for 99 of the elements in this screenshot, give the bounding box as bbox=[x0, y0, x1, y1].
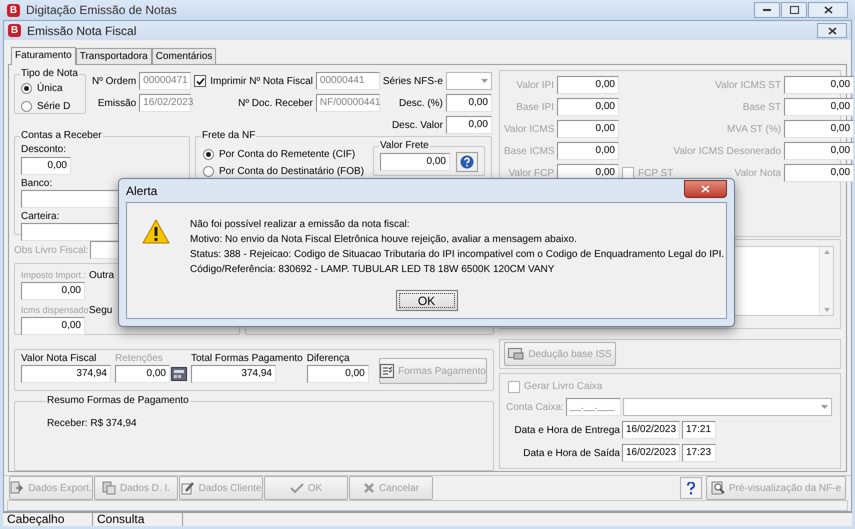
status-bar-cell: Cabeçalho bbox=[3, 513, 93, 526]
field-label: Valor Nota Fiscal bbox=[21, 352, 96, 365]
window-title: Emissão Nota Fiscal bbox=[27, 22, 136, 40]
app-logo: B bbox=[7, 4, 20, 16]
tab[interactable]: Comentários bbox=[152, 48, 216, 64]
app-logo: B bbox=[8, 24, 21, 37]
group-title: Resumo Formas de Pagamento bbox=[46, 395, 190, 407]
field-label: Desc. (%) bbox=[399, 96, 443, 110]
magnifier-icon bbox=[710, 481, 725, 495]
tab[interactable]: Faturamento bbox=[11, 47, 76, 65]
time-field[interactable]: 17:21 bbox=[682, 421, 716, 439]
radio-button[interactable]: Por Conta do Destinatário (FOB) bbox=[203, 165, 364, 178]
calculator-icon bbox=[171, 367, 187, 381]
field-label: Séries NFS-e bbox=[382, 74, 443, 88]
field-label: Valor IPI bbox=[515, 78, 554, 92]
close-button[interactable] bbox=[684, 180, 727, 198]
checklist-icon bbox=[380, 364, 394, 378]
close-button[interactable] bbox=[817, 23, 847, 38]
field-label: Imposto Import.: bbox=[21, 269, 86, 282]
checkmark-icon bbox=[290, 482, 304, 494]
total-field[interactable]: 374,94 bbox=[21, 365, 111, 383]
field-label: Desc. Valor bbox=[392, 118, 443, 132]
total-field[interactable]: 374,94 bbox=[191, 365, 276, 383]
field-label: Valor ICMS Desonerado bbox=[673, 144, 782, 158]
field-label: Nº Ordem bbox=[92, 74, 136, 88]
export-icon bbox=[10, 481, 24, 495]
group-title: Valor Frete bbox=[379, 140, 430, 152]
field-label: Conta Caixa: bbox=[506, 400, 564, 414]
field-label: Diferença bbox=[306, 352, 350, 365]
restore-button[interactable] bbox=[781, 2, 807, 18]
field-label: Banco: bbox=[21, 177, 52, 190]
minimize-button[interactable] bbox=[754, 2, 780, 18]
close-icon bbox=[701, 184, 710, 192]
field-label: Valor ICMS bbox=[504, 122, 554, 136]
field-label: Desconto: bbox=[21, 143, 66, 156]
field-label: Total Formas Pagamento bbox=[191, 352, 303, 365]
date-field[interactable]: 16/02/2023 bbox=[622, 421, 680, 439]
ok-button[interactable]: OK bbox=[396, 290, 458, 311]
window-title: Digitação Emissão de Notas bbox=[26, 2, 177, 19]
close-icon bbox=[828, 26, 836, 34]
payment-summary-text: Receber: R$ 374,94 bbox=[47, 418, 137, 429]
field-label: Base IPI bbox=[515, 100, 554, 114]
date-field[interactable]: 16/02/2023 bbox=[622, 444, 680, 462]
checkmark-icon bbox=[196, 76, 205, 86]
question-icon bbox=[460, 154, 474, 168]
scrollbar[interactable] bbox=[819, 247, 833, 315]
field-label: Nº Nota Fiscal bbox=[249, 74, 313, 88]
time-field[interactable]: 17:23 bbox=[682, 444, 716, 462]
tab[interactable]: Transportadora bbox=[76, 48, 152, 64]
card-icon bbox=[508, 348, 524, 360]
message-line: Não foi possível realizar a emissão da nota fiscal: bbox=[190, 218, 410, 232]
radio-button[interactable]: Única bbox=[21, 82, 63, 95]
checkbox[interactable]: Imprimir bbox=[194, 74, 246, 88]
scroll-down-icon bbox=[824, 308, 830, 312]
field-label: MVA ST (%) bbox=[726, 122, 782, 136]
pencil-icon bbox=[180, 481, 195, 495]
status-bar-cell: Consulta bbox=[93, 513, 183, 526]
field-label: Valor Nota bbox=[734, 166, 782, 180]
message-line: Motivo: No envio da Nota Fiscal Eletrônica houve rejeição, avaliar a mensagem abaixo. bbox=[190, 233, 577, 247]
dropdown-arrow-icon bbox=[821, 405, 828, 409]
discount-value-field[interactable]: 0,00 bbox=[446, 116, 492, 134]
field-label: Outra bbox=[89, 269, 114, 282]
close-button[interactable] bbox=[808, 2, 848, 18]
freight-value-field[interactable]: 0,00 bbox=[380, 152, 450, 170]
group-title: Contas a Receber bbox=[20, 130, 103, 142]
dialog-title: Alerta bbox=[126, 182, 158, 200]
radio-button[interactable]: Série D bbox=[21, 100, 70, 113]
scroll-up-icon bbox=[824, 250, 830, 254]
field-label: Icms dispensado bbox=[21, 304, 89, 317]
question-icon bbox=[687, 482, 695, 494]
group-title: Tipo de Nota bbox=[20, 68, 79, 80]
total-field[interactable]: 0,00 bbox=[306, 365, 369, 383]
discount-percent-field[interactable]: 0,00 bbox=[446, 94, 492, 112]
warning-icon bbox=[142, 219, 170, 244]
field-label: Carteira: bbox=[21, 210, 60, 223]
message-line: Código/Referência: 830692 - LAMP. TUBULAR LED T8 18W 6500K 120CM VANY bbox=[190, 263, 554, 277]
message-line: Status: 388 - Rejeicao: Codigo de Situacao Tributaria do IPI incompativel com o Codigo de Enquadramento Legal do IPI. bbox=[190, 248, 724, 262]
help-button[interactable] bbox=[456, 152, 478, 172]
field-label: Base ST bbox=[742, 100, 782, 114]
field-label: Obs Livro Fiscal: bbox=[14, 244, 88, 256]
close-icon bbox=[362, 482, 375, 494]
field-label: Nº Doc. Receber bbox=[238, 96, 313, 110]
dropdown-arrow-icon bbox=[480, 79, 488, 83]
group-title: Frete da NF bbox=[201, 130, 256, 142]
maximize-icon bbox=[790, 6, 798, 14]
field-label: Valor FCP bbox=[508, 166, 554, 180]
field-label: Data e Hora de Saída bbox=[522, 446, 620, 460]
field-label: Data e Hora de Entrega bbox=[513, 424, 620, 436]
field-label: Base ICMS bbox=[504, 144, 554, 158]
minimize-icon bbox=[763, 9, 771, 11]
field-label: Retenções bbox=[115, 352, 163, 365]
help-button[interactable] bbox=[680, 477, 702, 499]
discount-field[interactable]: 0,00 bbox=[21, 157, 71, 175]
field-label: Segu bbox=[89, 304, 112, 317]
document-icon bbox=[102, 481, 116, 495]
field-label: Emissão bbox=[98, 96, 136, 110]
radio-button[interactable]: Por Conta do Remetente (CIF) bbox=[203, 148, 356, 161]
close-icon bbox=[824, 6, 832, 14]
field-label: Valor ICMS ST bbox=[715, 78, 782, 92]
